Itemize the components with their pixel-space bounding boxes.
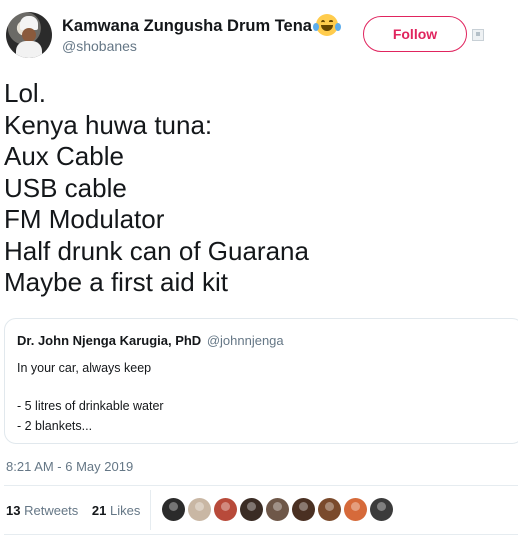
stats-separator <box>150 490 151 530</box>
likes-count: 21 <box>91 503 107 518</box>
liker-avatar[interactable] <box>266 498 289 521</box>
more-options-icon[interactable] <box>472 29 484 41</box>
quoted-line: In your car, always keep <box>17 361 152 375</box>
avatar-face <box>22 28 36 42</box>
tweet-line: Kenya huwa tuna: <box>4 109 213 140</box>
tweet-text: Lol. Kenya huwa tuna: Aux Cable USB cabl… <box>4 78 309 299</box>
liker-avatars <box>162 498 396 524</box>
author-display-name[interactable]: Kamwana Zungusha Drum Tena <box>62 14 341 36</box>
tweet-header: Kamwana Zungusha Drum Tena @shobanes Fol… <box>0 0 518 70</box>
author-avatar[interactable] <box>6 12 52 58</box>
quoted-author-handle: @johnnjenga <box>206 333 284 348</box>
face-with-tears-of-joy-icon <box>312 14 341 36</box>
retweets-count: 13 <box>6 503 21 518</box>
quoted-line: - 2 blankets... <box>17 419 93 433</box>
liker-avatar[interactable] <box>162 498 185 521</box>
tweet-line: Half drunk can of Guarana <box>4 235 309 266</box>
divider <box>4 534 518 535</box>
liker-avatar[interactable] <box>344 498 367 521</box>
tweet-stats: 13 Retweets 21 Likes <box>6 503 150 518</box>
liker-avatar[interactable] <box>214 498 237 521</box>
liker-avatar[interactable] <box>292 498 315 521</box>
author-name-text[interactable]: Kamwana Zungusha Drum Tena <box>62 17 312 35</box>
liker-avatar[interactable] <box>318 498 341 521</box>
tweet-line: Lol. <box>4 78 46 108</box>
tweet-line: USB cable <box>4 172 127 203</box>
author-handle[interactable]: @shobanes <box>62 38 137 54</box>
tweet-line: FM Modulator <box>4 204 165 234</box>
quoted-line: - 5 litres of drinkable water <box>17 399 164 413</box>
quoted-tweet-body: In your car, always keep - 5 litres of d… <box>17 358 511 436</box>
tweet-timestamp[interactable]: 8:21 AM - 6 May 2019 <box>6 459 133 474</box>
retweets-stat[interactable]: 13 Retweets <box>6 503 78 518</box>
follow-button[interactable]: Follow <box>363 16 467 52</box>
quoted-author-name: Dr. John Njenga Karugia, PhD <box>17 333 202 348</box>
divider <box>4 485 518 486</box>
liker-avatar[interactable] <box>188 498 211 521</box>
avatar-coat <box>16 41 42 58</box>
tweet-line: Maybe a first aid kit <box>4 267 228 297</box>
quoted-tweet-card[interactable]: Dr. John Njenga Karugia, PhD @johnnjenga… <box>4 318 518 444</box>
liker-avatar[interactable] <box>240 498 263 521</box>
likes-label: Likes <box>110 503 141 518</box>
retweets-label: Retweets <box>24 503 79 518</box>
quoted-tweet-author: Dr. John Njenga Karugia, PhD @johnnjenga <box>17 333 511 348</box>
liker-avatar[interactable] <box>370 498 393 521</box>
likes-stat[interactable]: 21 Likes <box>92 503 140 518</box>
tweet-line: Aux Cable <box>4 141 124 171</box>
